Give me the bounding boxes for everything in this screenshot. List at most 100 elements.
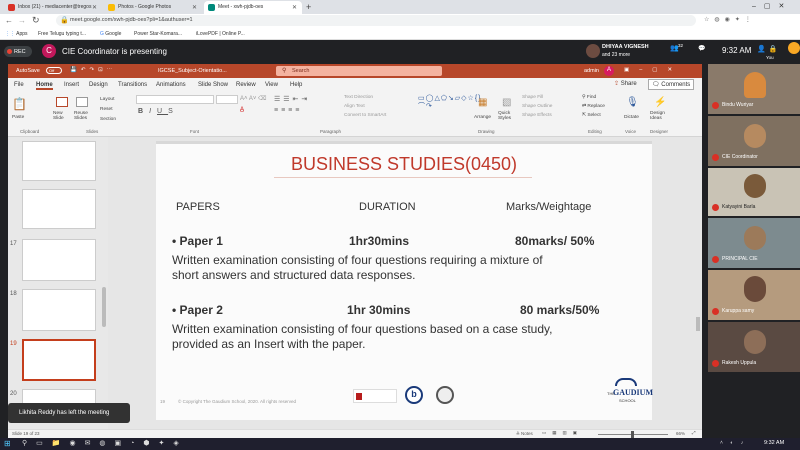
tab-review[interactable]: Review bbox=[236, 82, 256, 88]
convert-smartart-button[interactable]: Convert to SmartArt bbox=[344, 113, 386, 118]
participant-tile[interactable]: Rakesh Uppula bbox=[708, 322, 800, 372]
font-family-select[interactable] bbox=[136, 95, 214, 104]
reload-icon[interactable]: ↻ bbox=[32, 15, 40, 26]
tab-file[interactable]: File bbox=[14, 82, 24, 88]
align-buttons[interactable]: ≡≡≡≡ bbox=[274, 107, 302, 114]
user-name: admin bbox=[584, 68, 599, 74]
user-avatar[interactable]: A bbox=[604, 66, 614, 76]
font-style-buttons[interactable]: BIUS bbox=[138, 108, 179, 115]
windows-start-icon[interactable]: ⊞ bbox=[4, 439, 11, 448]
close-tab-icon[interactable]: ✕ bbox=[92, 4, 97, 11]
tab-home[interactable]: Home bbox=[36, 82, 53, 90]
slide-thumbnails-pane[interactable]: 17 18 19 20 bbox=[8, 137, 108, 429]
font-size-buttons[interactable]: A˄ A˅ ⌫ bbox=[240, 95, 267, 102]
current-slide[interactable]: BUSINESS STUDIES(0450) PAPERS DURATION M… bbox=[156, 141, 653, 420]
microphone-icon[interactable]: 🎙 bbox=[626, 97, 639, 108]
bookmark-item[interactable]: G Google bbox=[100, 31, 121, 37]
quick-access-icons[interactable]: 💾↶↷⊡⋯ bbox=[70, 67, 116, 73]
participant-tile[interactable]: CIE Coordinator bbox=[708, 116, 800, 166]
ppt-window-controls[interactable]: ▣–▢✕ bbox=[624, 67, 682, 73]
shape-outline-button[interactable]: Shape Outline bbox=[522, 104, 552, 109]
tab-slide-show[interactable]: Slide Show bbox=[198, 82, 228, 88]
search-box[interactable]: ⚲ Search bbox=[276, 66, 442, 76]
forward-icon[interactable]: → bbox=[18, 16, 26, 25]
participant-tile[interactable]: Bindu Wuriyar bbox=[708, 64, 800, 114]
slide-thumbnail[interactable] bbox=[22, 289, 96, 331]
replace-button[interactable]: ⇄ Replace bbox=[582, 104, 605, 109]
reuse-slides-button[interactable]: Reuse Slides bbox=[74, 111, 96, 121]
url-field[interactable]: 🔒 meet.google.com/xwh-pjdb-oes?pli=1&aut… bbox=[56, 15, 696, 26]
tab-design[interactable]: Design bbox=[89, 82, 108, 88]
slide-thumbnail[interactable] bbox=[22, 189, 96, 229]
canvas-scrollbar[interactable] bbox=[696, 317, 700, 331]
zoom-slider-thumb[interactable] bbox=[631, 431, 634, 438]
tab-view[interactable]: View bbox=[265, 82, 278, 88]
participant-tile[interactable]: Katyayini Barla bbox=[708, 168, 800, 216]
align-text-button[interactable]: Align Text bbox=[344, 104, 365, 109]
bookmark-item[interactable]: Power Star-Komara... bbox=[134, 31, 182, 37]
zoom-slider[interactable] bbox=[598, 431, 668, 438]
reset-button[interactable]: Reset bbox=[100, 107, 113, 112]
taskbar-app-icons[interactable]: ⚲▭📁◉✉◍▣◔⬢✦◈ bbox=[22, 439, 188, 447]
close-tab-icon[interactable]: ✕ bbox=[292, 4, 297, 11]
mic-muted-icon bbox=[712, 154, 719, 161]
design-ideas-button[interactable]: Design Ideas bbox=[650, 111, 672, 121]
zoom-level[interactable]: 66% bbox=[676, 431, 685, 436]
find-button[interactable]: ⚲ Find bbox=[582, 95, 596, 100]
thumbnail-scrollbar[interactable] bbox=[102, 287, 106, 327]
bookmark-item[interactable]: iLovePDF | Online P... bbox=[196, 31, 245, 37]
share-button[interactable]: ⇪ Share bbox=[614, 80, 637, 87]
fit-slide-icon[interactable]: ⤢ bbox=[692, 430, 696, 435]
bookmark-apps[interactable]: ⋮⋮ Apps bbox=[5, 31, 28, 37]
paste-icon[interactable]: 📋 bbox=[12, 97, 27, 111]
system-tray-icons[interactable]: ˄ ◐ ♪ bbox=[720, 440, 746, 446]
paste-label[interactable]: Paste bbox=[12, 115, 24, 120]
tab-photos[interactable]: Photos - Google Photos ✕ bbox=[104, 1, 202, 14]
extension-icons[interactable]: ☆◍◉✦⋮ bbox=[704, 16, 794, 26]
arrange-button[interactable]: Arrange bbox=[474, 115, 491, 120]
new-slide-icon[interactable] bbox=[56, 97, 68, 107]
slide-thumbnail[interactable] bbox=[22, 141, 96, 181]
tab-help[interactable]: Help bbox=[290, 82, 302, 88]
quick-styles-icon[interactable]: ▧ bbox=[502, 97, 511, 108]
comments-button[interactable]: 🗨 Comments bbox=[648, 79, 695, 90]
tab-gmail[interactable]: Inbox (21) - mediacenter@tregos ✕ bbox=[4, 1, 102, 14]
window-controls[interactable]: –▢✕ bbox=[752, 2, 792, 10]
meet-controls[interactable]: 👤🔒 bbox=[757, 45, 780, 53]
slide-thumbnail[interactable] bbox=[22, 239, 96, 281]
shape-effects-button[interactable]: Shape Effects bbox=[522, 113, 552, 118]
quick-styles-button[interactable]: Quick Styles bbox=[498, 111, 520, 121]
autosave-toggle[interactable]: Off bbox=[46, 67, 62, 74]
section-button[interactable]: Section bbox=[100, 117, 116, 122]
text-direction-button[interactable]: Text Direction bbox=[344, 95, 373, 100]
font-color-icon[interactable]: A̲ bbox=[240, 107, 244, 113]
notes-button[interactable]: ≙ Notes bbox=[516, 431, 533, 437]
view-buttons[interactable]: ▭▦▥▣ bbox=[542, 430, 583, 436]
dictate-button[interactable]: Dictate bbox=[624, 115, 639, 120]
tab-transitions[interactable]: Transitions bbox=[118, 82, 147, 88]
layout-button[interactable]: Layout bbox=[100, 97, 114, 102]
slide-title: BUSINESS STUDIES(0450) bbox=[290, 154, 518, 174]
select-button[interactable]: ⇱ Select bbox=[582, 113, 601, 118]
tab-meet[interactable]: Meet - xwh-pjdb-oes ✕ bbox=[204, 1, 302, 14]
new-tab-button[interactable]: + bbox=[306, 2, 311, 12]
bookmark-item[interactable]: Free Telugu typing t... bbox=[38, 31, 86, 37]
taskbar-clock: 9:32 AM bbox=[764, 440, 785, 446]
participant-tile[interactable]: PRINCIPAL CIE bbox=[708, 218, 800, 268]
list-buttons[interactable]: ☰☰⇤⇥ bbox=[274, 95, 310, 103]
chat-icon[interactable]: 💬 bbox=[698, 45, 705, 52]
font-size-select[interactable] bbox=[216, 95, 238, 104]
title-underline bbox=[274, 177, 532, 178]
back-icon[interactable]: ← bbox=[5, 16, 13, 25]
shape-fill-button[interactable]: Shape Fill bbox=[522, 95, 543, 100]
tab-insert[interactable]: Insert bbox=[64, 82, 79, 88]
shapes-gallery[interactable]: ▭◯△⬠↘▱◇☆{}⌒↷ bbox=[418, 95, 481, 111]
slide-thumbnail-selected[interactable] bbox=[22, 339, 96, 381]
close-tab-icon[interactable]: ✕ bbox=[192, 4, 197, 11]
design-ideas-icon[interactable]: ⚡ bbox=[654, 97, 666, 108]
participant-tile[interactable]: Karuppa samy bbox=[708, 270, 800, 320]
arrange-icon[interactable]: ▦ bbox=[478, 97, 487, 108]
reuse-slides-icon[interactable] bbox=[76, 97, 88, 107]
new-slide-button[interactable]: New Slide bbox=[53, 111, 73, 121]
tab-animations[interactable]: Animations bbox=[156, 82, 186, 88]
